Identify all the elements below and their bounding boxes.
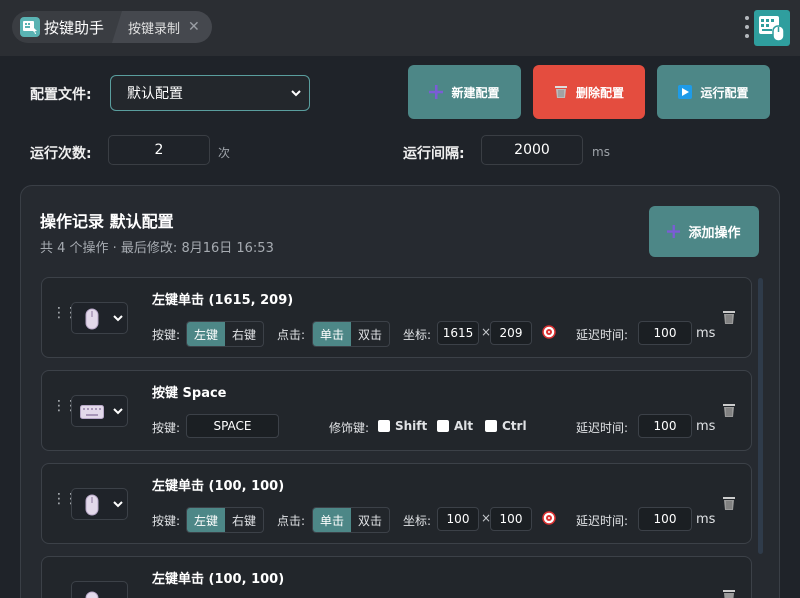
trash-icon[interactable] (722, 310, 736, 325)
plus-icon (667, 225, 681, 238)
modifiers-label: 修饰键: (329, 421, 370, 435)
left-button-option[interactable]: 左键 (187, 322, 225, 346)
operation-type-select[interactable] (71, 395, 128, 427)
list-item: ⋮⋮ 左键单击 (100, 100) 按键: 左键 右键 点击: 单击 双击 坐… (41, 463, 752, 544)
operation-title: 左键单击 (1615, 209) (152, 293, 294, 308)
interval-unit: ms (592, 145, 610, 159)
config-file-label: 配置文件: (30, 87, 92, 103)
ctrl-checkbox[interactable]: Ctrl (485, 419, 527, 433)
play-icon (678, 85, 693, 99)
operation-type-select[interactable] (71, 488, 128, 520)
delete-config-button[interactable]: 删除配置 (533, 65, 645, 119)
shift-label: Shift (395, 419, 428, 433)
chevron-down-icon (113, 408, 123, 415)
coord-x-input[interactable]: 100 (437, 507, 479, 531)
interval-input[interactable]: 2000 (481, 135, 583, 165)
title-bar: 按键助手 按键录制 ✕ (0, 0, 800, 56)
alt-label: Alt (454, 419, 474, 433)
mouse-icon (85, 494, 99, 516)
scrollbar[interactable] (758, 278, 763, 554)
run-count-label: 运行次数: (30, 146, 92, 162)
trash-icon (554, 85, 568, 99)
click-type-toggle: 单击 双击 (312, 507, 390, 533)
mouse-button-toggle: 左键 右键 (186, 507, 264, 533)
target-icon[interactable] (542, 325, 556, 339)
ctrl-label: Ctrl (502, 419, 527, 433)
target-icon[interactable] (542, 511, 556, 525)
delay-label: 延迟时间: (576, 328, 629, 342)
right-button-option[interactable]: 右键 (225, 322, 263, 346)
tab-recording[interactable]: 按键录制 ✕ (112, 11, 212, 43)
delay-label: 延迟时间: (576, 421, 629, 435)
delay-input[interactable]: 100 (638, 414, 692, 438)
coord-y-input[interactable]: 209 (490, 321, 532, 345)
key-label: 按键: (152, 328, 181, 342)
operation-title: 按键 Space (152, 386, 227, 401)
key-label: 按键: (152, 421, 181, 435)
close-icon[interactable]: ✕ (188, 19, 200, 35)
config-select[interactable]: 默认配置 (110, 75, 310, 111)
trash-icon[interactable] (722, 496, 736, 511)
coord-x-input[interactable]: 1615 (437, 321, 479, 345)
tab-home[interactable]: 按键助手 (12, 11, 122, 43)
coords-label: 坐标: (403, 514, 432, 528)
panel-title: 操作记录 默认配置 (40, 212, 174, 231)
mouse-icon (85, 308, 99, 330)
operation-title: 左键单击 (100, 100) (152, 572, 285, 587)
right-button-option[interactable]: 右键 (225, 508, 263, 532)
run-count-unit: 次 (218, 146, 231, 160)
alt-checkbox[interactable]: Alt (437, 419, 473, 433)
click-type-toggle: 单击 双击 (312, 321, 390, 347)
chevron-down-icon (291, 90, 301, 97)
new-config-button[interactable]: 新建配置 (408, 65, 521, 119)
chevron-down-icon (113, 501, 123, 508)
config-select-value: 默认配置 (127, 86, 183, 102)
delay-unit: ms (696, 419, 716, 434)
double-click-option[interactable]: 双击 (351, 322, 389, 346)
trash-icon[interactable] (722, 589, 736, 598)
click-label: 点击: (277, 514, 306, 528)
chevron-down-icon (113, 315, 123, 322)
shift-checkbox[interactable]: Shift (378, 419, 427, 433)
single-click-option[interactable]: 单击 (313, 508, 351, 532)
app-icon (20, 17, 40, 37)
delay-input[interactable]: 100 (638, 321, 692, 345)
operation-type-select[interactable] (71, 302, 128, 334)
delete-config-label: 删除配置 (575, 85, 624, 100)
delay-unit: ms (696, 326, 716, 341)
keyboard-mouse-icon[interactable] (754, 10, 790, 46)
list-item: ⋮⋮ 按键 Space 按键: SPACE 修饰键: Shift Alt Ctr… (41, 370, 752, 451)
single-click-option[interactable]: 单击 (313, 322, 351, 346)
new-config-label: 新建配置 (451, 85, 500, 100)
panel-subtitle: 共 4 个操作 · 最后修改: 8月16日 16:53 (40, 241, 274, 256)
interval-label: 运行间隔: (403, 146, 465, 162)
key-label: 按键: (152, 514, 181, 528)
click-label: 点击: (277, 328, 306, 342)
operation-title: 左键单击 (100, 100) (152, 479, 285, 494)
list-item: 左键单击 (100, 100) (41, 556, 752, 598)
delay-label: 延迟时间: (576, 514, 629, 528)
tab-recording-label: 按键录制 (128, 21, 181, 37)
add-operation-label: 添加操作 (688, 226, 741, 241)
run-config-button[interactable]: 运行配置 (657, 65, 770, 119)
mouse-icon (85, 591, 99, 598)
list-item: ⋮⋮ 左键单击 (1615, 209) 按键: 左键 右键 点击: 单击 双击 … (41, 277, 752, 358)
trash-icon[interactable] (722, 403, 736, 418)
key-input[interactable]: SPACE (186, 414, 279, 438)
plus-icon (429, 85, 444, 99)
keyboard-icon (80, 405, 104, 419)
coord-y-input[interactable]: 100 (490, 507, 532, 531)
more-menu-icon[interactable] (744, 16, 750, 38)
delay-unit: ms (696, 512, 716, 527)
add-operation-button[interactable]: 添加操作 (649, 206, 759, 257)
run-count-input[interactable]: 2 (108, 135, 210, 165)
operation-type-select[interactable] (71, 581, 128, 598)
tab-home-label: 按键助手 (44, 18, 105, 37)
delay-input[interactable]: 100 (638, 507, 692, 531)
mouse-button-toggle: 左键 右键 (186, 321, 264, 347)
coords-label: 坐标: (403, 328, 432, 342)
run-config-label: 运行配置 (700, 85, 749, 100)
double-click-option[interactable]: 双击 (351, 508, 389, 532)
left-button-option[interactable]: 左键 (187, 508, 225, 532)
